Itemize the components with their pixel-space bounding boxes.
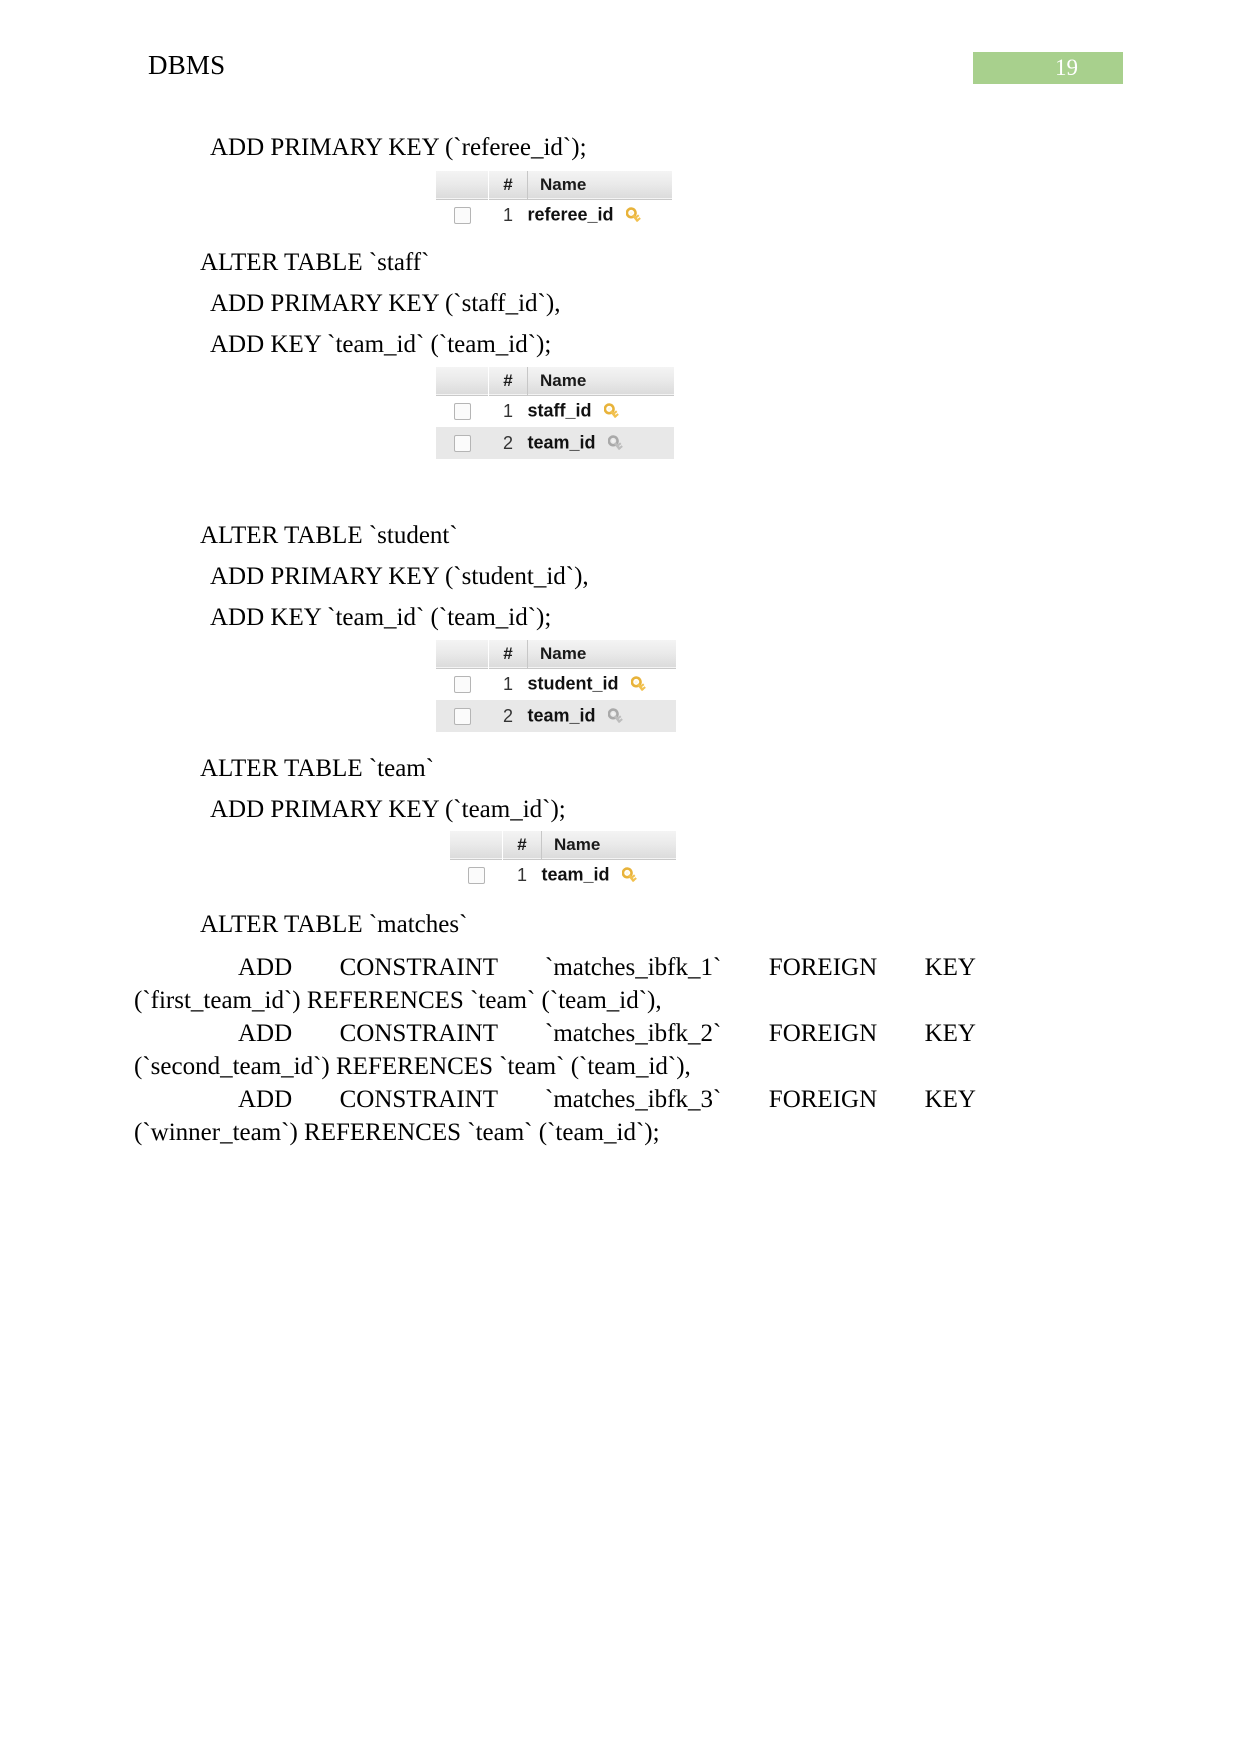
index-table-team: # Name 1 team_id xyxy=(450,831,676,891)
column-header-number: # xyxy=(488,640,528,668)
text-student-add-key: ADD KEY `team_id` (`team_id`); xyxy=(210,604,552,631)
table-row[interactable]: 1 student_id xyxy=(436,668,676,700)
checkbox-icon[interactable] xyxy=(453,676,471,694)
text-staff-primary-key: ADD PRIMARY KEY (`staff_id`), xyxy=(210,290,561,317)
text-matches-constraint-2: ADD CONSTRAINT `matches_ibfk_2` FOREIGN … xyxy=(134,1017,976,1083)
column-header-number: # xyxy=(502,831,542,859)
index-key-icon xyxy=(607,432,628,455)
primary-key-icon xyxy=(621,864,642,887)
column-header-select xyxy=(436,367,489,395)
column-name-text: team_id xyxy=(527,431,596,452)
column-header-select xyxy=(436,640,489,668)
table-header-row: # Name xyxy=(436,367,674,395)
row-column-name: student_id xyxy=(528,668,677,700)
table-header-row: # Name xyxy=(436,640,676,668)
row-number: 1 xyxy=(502,400,513,421)
constraint-text: ADD CONSTRAINT `matches_ibfk_2` FOREIGN … xyxy=(134,1020,976,1080)
column-name-text: student_id xyxy=(527,673,619,693)
table-row[interactable]: 1 staff_id xyxy=(436,395,674,427)
row-column-name: referee_id xyxy=(528,199,673,231)
table-row[interactable]: 1 team_id xyxy=(450,859,676,891)
column-header-number: # xyxy=(488,367,528,395)
header-title: DBMS xyxy=(148,50,226,80)
document-page: DBMS 19 ADD PRIMARY KEY (`referee_id`); … xyxy=(0,0,1241,1754)
index-table-staff: # Name 1 staff_id 2 team_id xyxy=(436,367,674,459)
row-number: 1 xyxy=(516,864,527,885)
text-student-alter-table: ALTER TABLE `student` xyxy=(200,522,458,549)
row-checkbox-cell[interactable] xyxy=(436,427,489,459)
checkbox-icon[interactable] xyxy=(467,867,485,885)
constraint-text: ADD CONSTRAINT `matches_ibfk_3` FOREIGN … xyxy=(134,1086,976,1146)
column-header-number: # xyxy=(488,171,528,199)
column-header-name: Name xyxy=(554,834,601,854)
column-name-text: referee_id xyxy=(527,204,614,224)
text-matches-constraint-3: ADD CONSTRAINT `matches_ibfk_3` FOREIGN … xyxy=(134,1083,976,1149)
checkbox-icon[interactable] xyxy=(453,708,471,726)
row-number: 1 xyxy=(502,204,513,225)
row-checkbox-cell[interactable] xyxy=(450,859,503,891)
column-name-text: staff_id xyxy=(527,400,592,420)
table-header-row: # Name xyxy=(450,831,676,859)
primary-key-icon xyxy=(603,400,624,423)
constraint-text: ADD CONSTRAINT `matches_ibfk_1` FOREIGN … xyxy=(134,954,976,1014)
row-number: 1 xyxy=(502,673,513,694)
table-row[interactable]: 2 team_id xyxy=(436,700,676,732)
column-header-name: Name xyxy=(540,643,587,663)
row-number: 2 xyxy=(502,432,513,453)
table-row[interactable]: 2 team_id xyxy=(436,427,674,459)
checkbox-icon[interactable] xyxy=(453,207,471,225)
column-header-select xyxy=(450,831,503,859)
text-team-alter-table: ALTER TABLE `team` xyxy=(200,755,435,782)
text-matches-alter-table: ALTER TABLE `matches` xyxy=(200,911,468,938)
checkbox-icon[interactable] xyxy=(453,403,471,421)
row-checkbox-cell[interactable] xyxy=(436,199,489,231)
primary-key-icon xyxy=(630,673,651,696)
row-checkbox-cell[interactable] xyxy=(436,395,489,427)
text-staff-add-key: ADD KEY `team_id` (`team_id`); xyxy=(210,331,552,358)
index-key-icon xyxy=(607,705,628,728)
column-name-text: team_id xyxy=(527,704,596,725)
table-header-row: # Name xyxy=(436,171,672,199)
page-header: DBMS 19 xyxy=(0,0,1241,110)
checkbox-icon[interactable] xyxy=(453,435,471,453)
text-student-primary-key: ADD PRIMARY KEY (`student_id`), xyxy=(210,563,589,590)
text-referee-primary-key: ADD PRIMARY KEY (`referee_id`); xyxy=(210,134,587,161)
column-header-name: Name xyxy=(540,370,587,390)
column-header-name: Name xyxy=(540,174,587,194)
row-column-name: staff_id xyxy=(528,395,675,427)
primary-key-icon xyxy=(625,204,646,227)
row-checkbox-cell[interactable] xyxy=(436,700,489,732)
text-matches-constraint-1: ADD CONSTRAINT `matches_ibfk_1` FOREIGN … xyxy=(134,951,976,1017)
column-header-select xyxy=(436,171,489,199)
row-column-name: team_id xyxy=(528,427,675,459)
row-checkbox-cell[interactable] xyxy=(436,668,489,700)
index-table-referee: # Name 1 referee_id xyxy=(436,171,672,231)
row-column-name: team_id xyxy=(542,859,677,891)
page-number-badge: 19 xyxy=(973,52,1123,84)
column-name-text: team_id xyxy=(541,864,610,884)
text-team-primary-key: ADD PRIMARY KEY (`team_id`); xyxy=(210,796,566,823)
row-number: 2 xyxy=(502,705,513,726)
row-column-name: team_id xyxy=(528,700,677,732)
index-table-student: # Name 1 student_id 2 team_id xyxy=(436,640,676,732)
table-row[interactable]: 1 referee_id xyxy=(436,199,672,231)
text-staff-alter-table: ALTER TABLE `staff` xyxy=(200,249,430,276)
